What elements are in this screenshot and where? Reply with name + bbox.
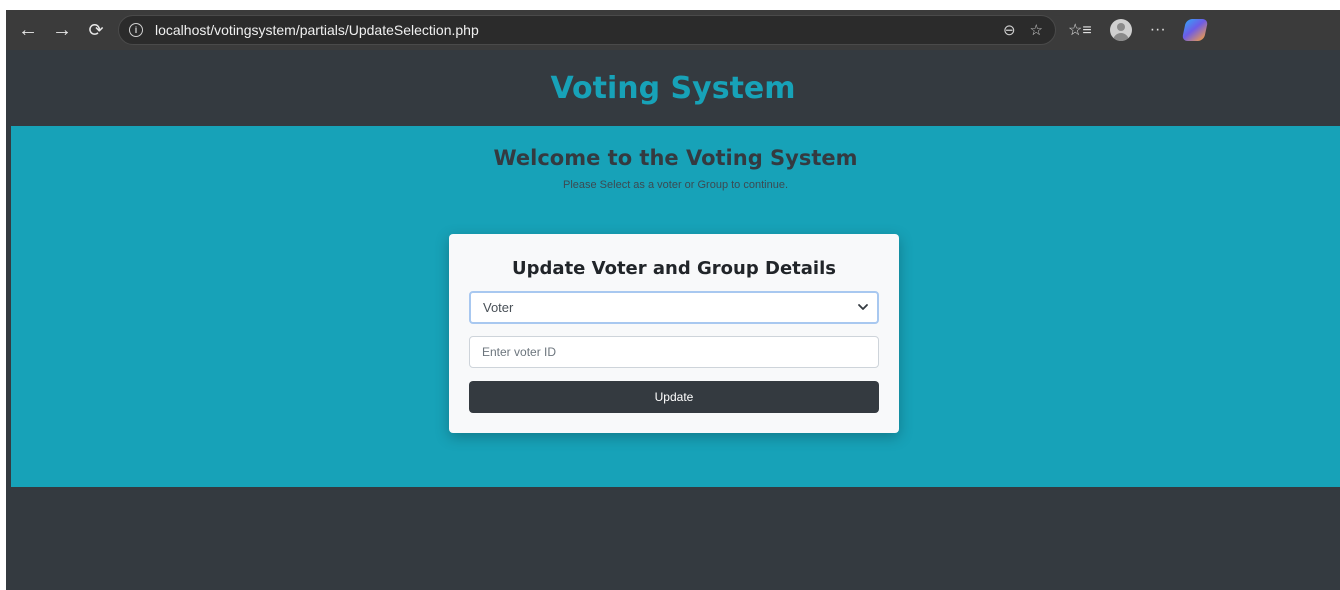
back-arrow-icon[interactable]: ← <box>14 16 42 44</box>
reload-icon[interactable]: ⟳ <box>82 16 110 44</box>
copilot-icon[interactable] <box>1181 19 1209 41</box>
update-button[interactable]: Update <box>469 381 879 413</box>
favorites-icon[interactable]: ☆≡ <box>1068 20 1092 40</box>
more-icon[interactable]: ··· <box>1150 21 1166 39</box>
voter-group-select[interactable]: Voter <box>469 291 879 324</box>
site-title: Voting System <box>550 70 796 106</box>
forward-arrow-icon[interactable]: → <box>48 16 76 44</box>
browser-toolbar: ← → ⟳ i localhost/votingsystem/partials/… <box>6 10 1340 50</box>
hero-subheading: Please Select as a voter or Group to con… <box>562 179 789 191</box>
select-value: Voter <box>483 300 514 315</box>
hero-section: Welcome to the Voting System Please Sele… <box>11 126 1340 487</box>
hero-heading: Welcome to the Voting System <box>493 146 858 170</box>
info-icon[interactable]: i <box>129 23 143 37</box>
address-bar[interactable]: i localhost/votingsystem/partials/Update… <box>118 15 1056 45</box>
voter-id-input[interactable] <box>469 336 879 368</box>
browser-tools: ☆≡ ··· <box>1068 19 1209 41</box>
page-header: Voting System <box>6 50 1340 126</box>
update-form-card: Update Voter and Group Details Voter Upd… <box>449 234 899 433</box>
star-icon[interactable]: ☆ <box>1030 21 1043 39</box>
chevron-down-icon <box>858 304 868 310</box>
zoom-icon[interactable]: ⊖ <box>1003 21 1016 39</box>
address-bar-actions: ⊖ ☆ <box>1003 21 1055 39</box>
url-text[interactable]: localhost/votingsystem/partials/UpdateSe… <box>155 22 479 38</box>
profile-icon[interactable] <box>1109 19 1132 41</box>
browser-window: ← → ⟳ i localhost/votingsystem/partials/… <box>6 10 1340 590</box>
form-title: Update Voter and Group Details <box>512 258 836 279</box>
